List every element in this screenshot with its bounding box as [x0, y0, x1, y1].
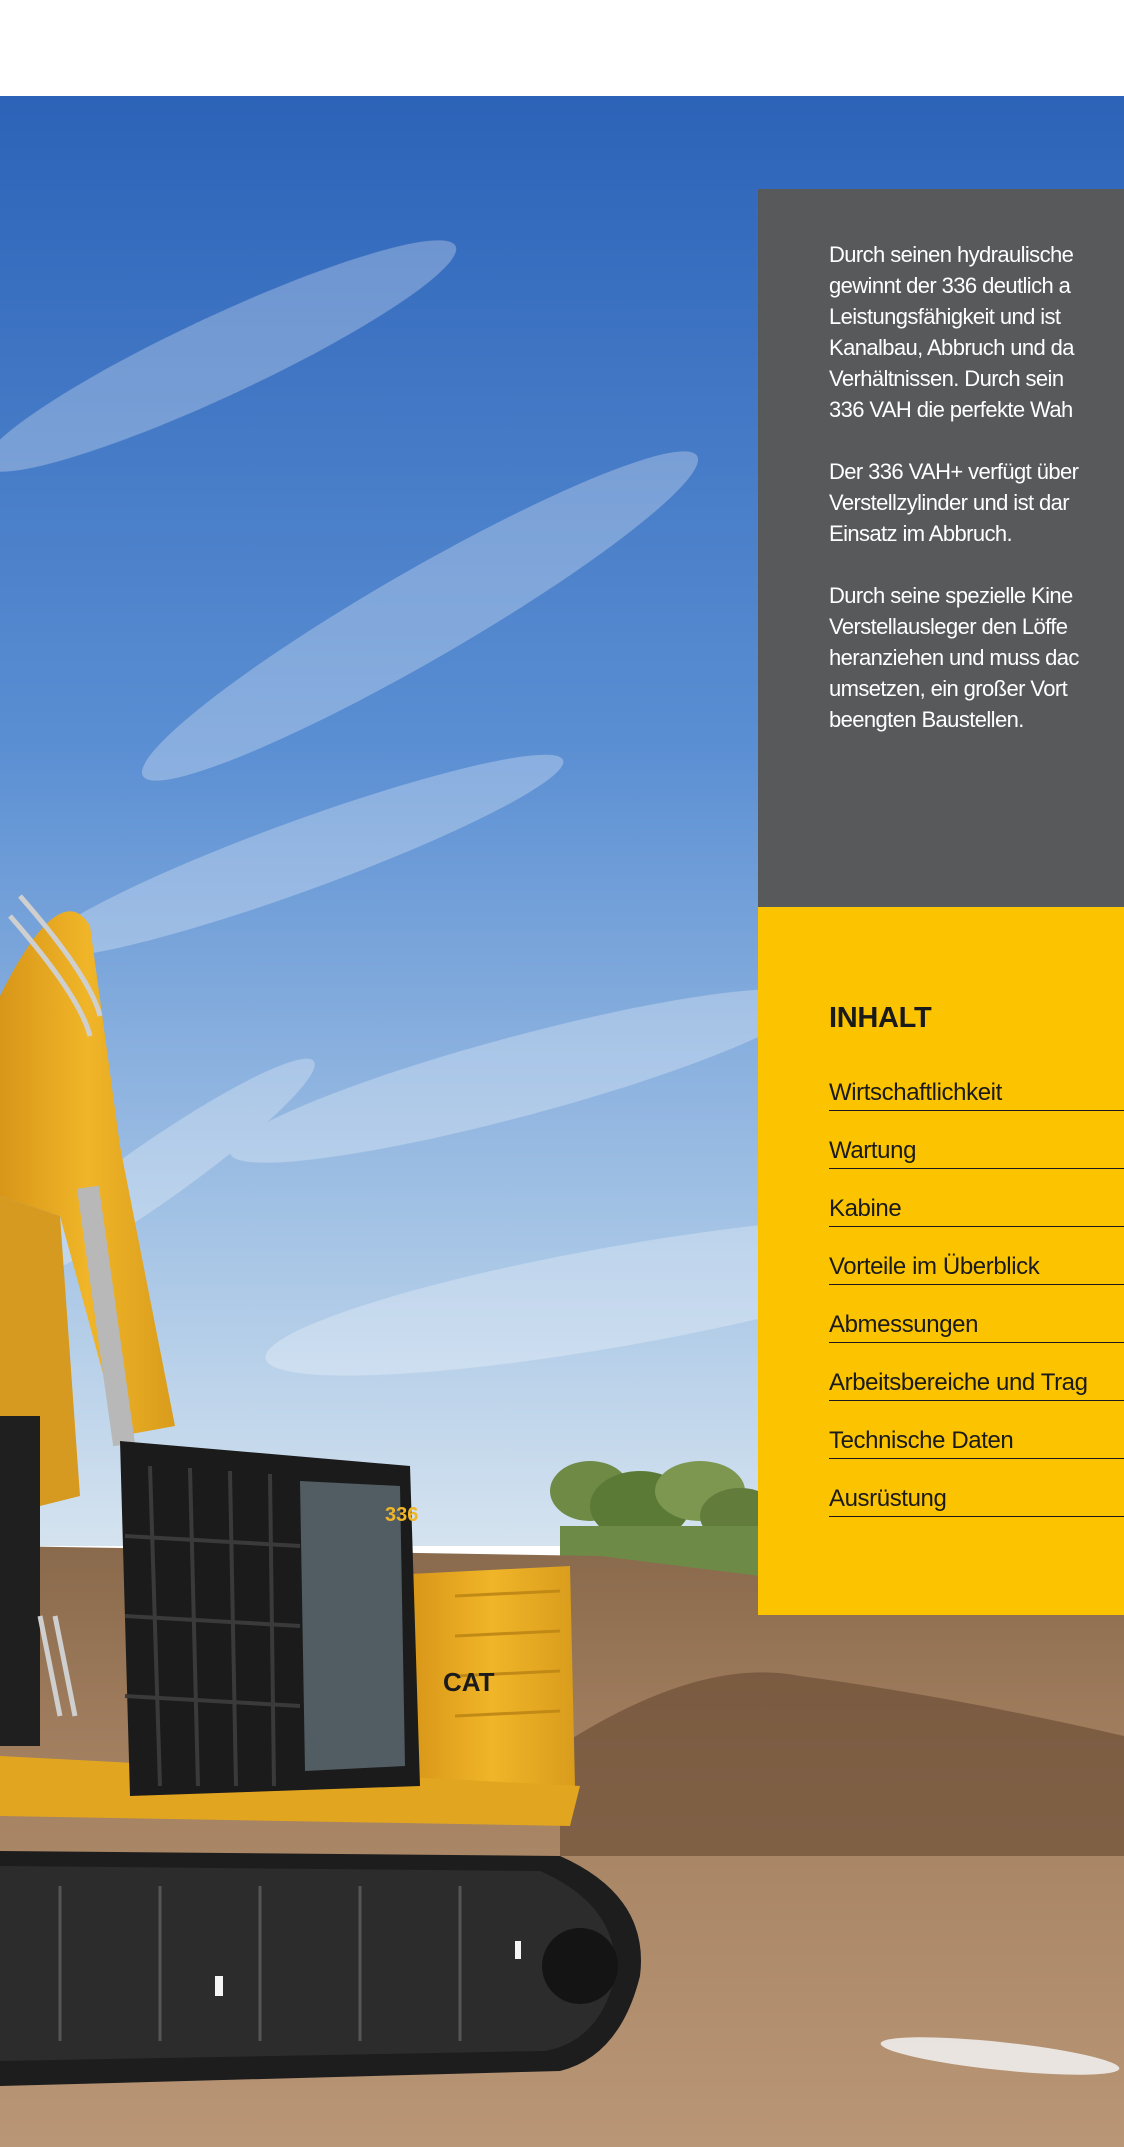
intro-paragraph-2: Der 336 VAH+ verfügt über Verstellzylind… [829, 459, 1079, 546]
toc-heading: INHALT [829, 1002, 932, 1034]
toc-item-abmessungen[interactable]: Abmessungen [829, 1285, 1124, 1343]
toc-item-arbeitsbereiche[interactable]: Arbeitsbereiche und Trag [829, 1343, 1124, 1401]
toc-item-wirtschaftlichkeit[interactable]: Wirtschaftlichkeit [829, 1053, 1124, 1111]
intro-paragraph-3: Durch seine spezielle Kine Verstellausle… [829, 583, 1079, 732]
toc-list: Wirtschaftlichkeit Wartung Kabine Vortei… [829, 1053, 1124, 1517]
table-of-contents: INHALT Wirtschaftlichkeit Wartung Kabine… [758, 907, 1124, 1615]
toc-item-wartung[interactable]: Wartung [829, 1111, 1124, 1169]
toc-item-vorteile[interactable]: Vorteile im Überblick [829, 1227, 1124, 1285]
intro-panel: Durch seinen hydraulische gewinnt der 33… [758, 189, 1124, 907]
toc-item-technische-daten[interactable]: Technische Daten [829, 1401, 1124, 1459]
model-badge: 336 [385, 1504, 418, 1526]
toc-item-ausruestung[interactable]: Ausrüstung [829, 1459, 1124, 1517]
brand-logo: CAT [443, 1667, 495, 1697]
toc-item-kabine[interactable]: Kabine [829, 1169, 1124, 1227]
intro-paragraph-1: Durch seinen hydraulische gewinnt der 33… [829, 242, 1075, 422]
